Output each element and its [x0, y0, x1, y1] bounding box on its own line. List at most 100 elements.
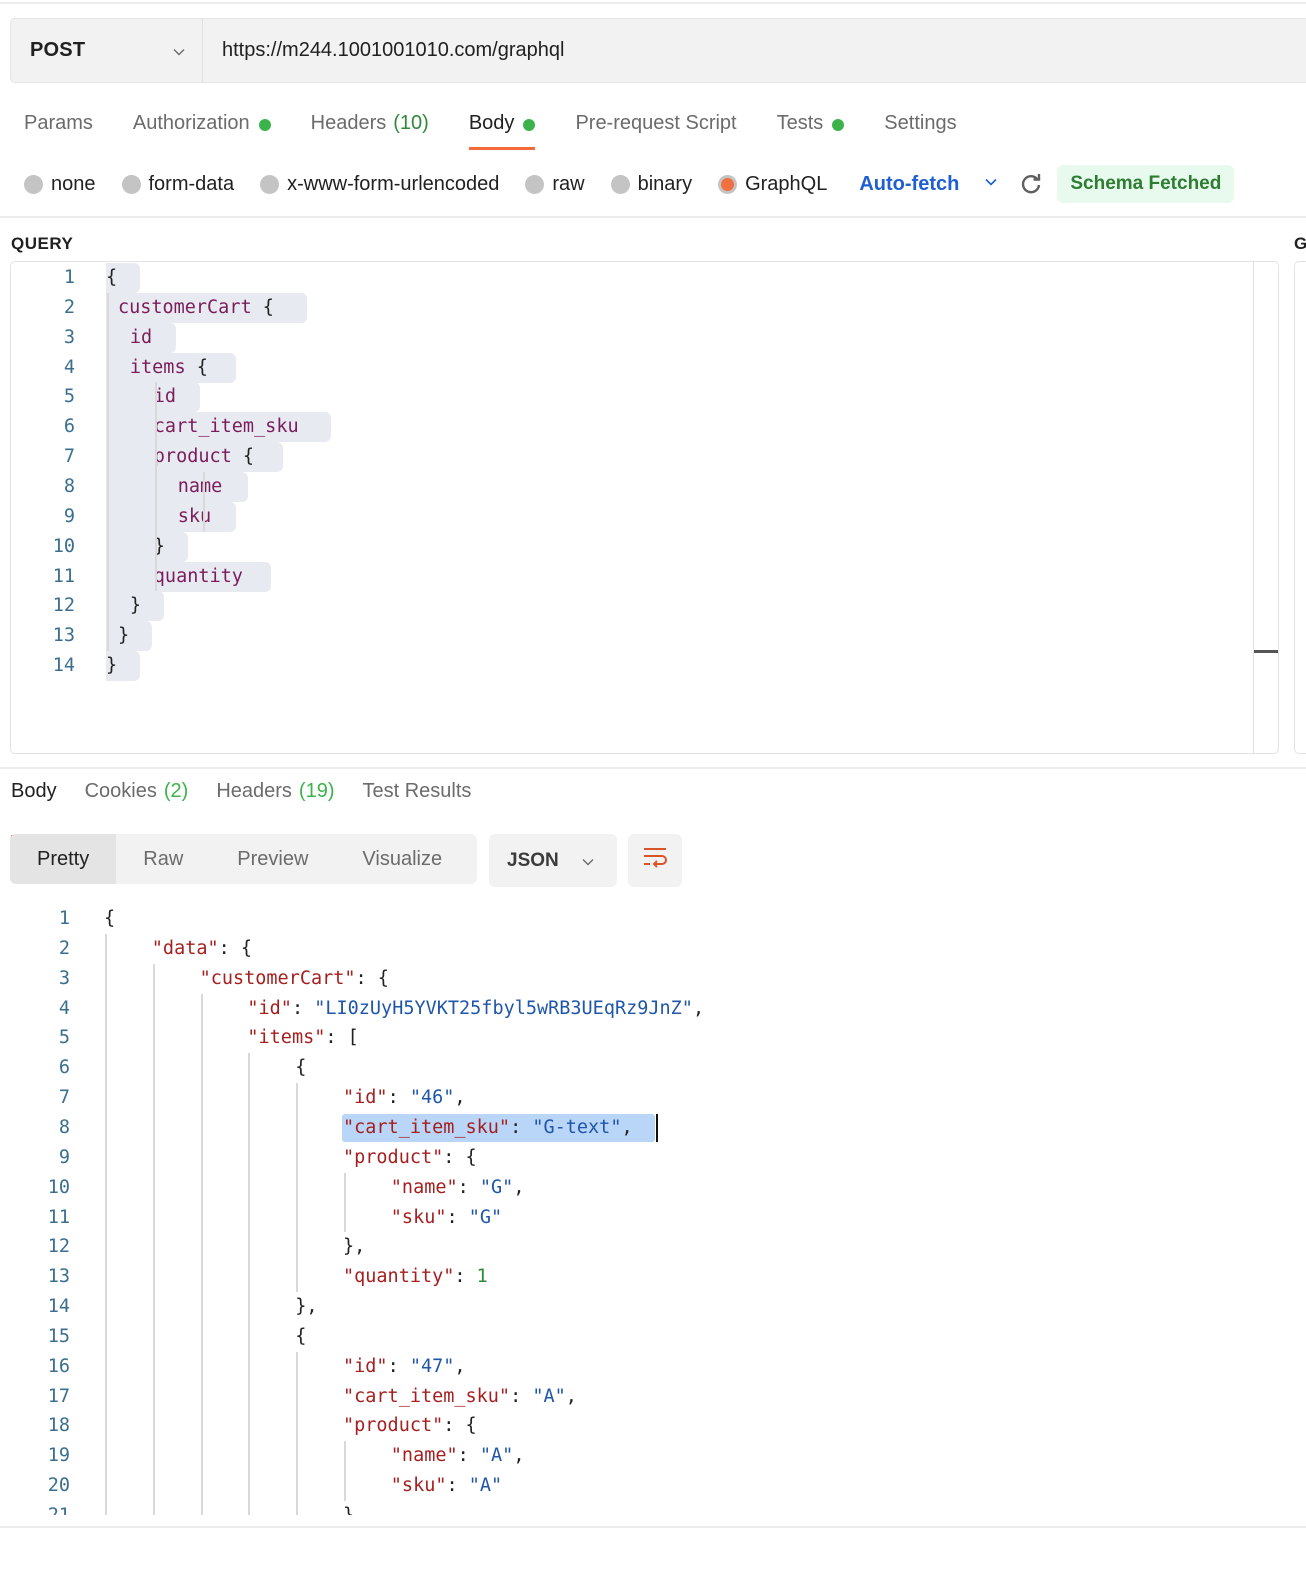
line-number: 10	[47, 1176, 70, 1198]
json-string: "G-text"	[532, 1116, 622, 1138]
indent-guide	[107, 292, 109, 652]
tab-settings[interactable]: Settings	[884, 108, 956, 152]
json-punctuation: ,	[565, 1385, 577, 1407]
query-line: id	[154, 382, 176, 412]
json-punctuation: ,	[454, 1087, 466, 1109]
wrap-lines-button[interactable]	[628, 834, 682, 887]
status-dot-icon	[258, 119, 271, 131]
response-tab-body[interactable]: Body	[11, 776, 57, 838]
scrollbar-thumb[interactable]	[1254, 650, 1278, 653]
line-number: 9	[58, 1146, 70, 1168]
radio-button-icon[interactable]	[121, 174, 141, 194]
json-key: "id"	[343, 1355, 388, 1377]
divider	[0, 216, 1306, 218]
query-brace: {	[185, 356, 208, 378]
query-line: customerCart {	[118, 293, 274, 323]
line-number: 18	[47, 1415, 70, 1437]
radio-label: raw	[552, 172, 585, 195]
json-punctuation: ,	[513, 1176, 525, 1198]
query-line-highlight	[106, 531, 188, 562]
json-key: "cart_item_sku"	[343, 1385, 511, 1407]
response-tab-headers[interactable]: Headers (19)	[216, 776, 334, 820]
query-brace: {	[231, 446, 255, 468]
url-input[interactable]	[203, 19, 1306, 82]
indent-guide	[154, 382, 157, 592]
tab-authorization[interactable]: Authorization	[133, 108, 271, 152]
wrap-lines-icon	[642, 847, 668, 874]
json-line: },	[343, 1232, 365, 1262]
query-editor[interactable]: 1{2 customerCart {3 id 4 items {5 id 6 cart_ite…	[10, 261, 1279, 754]
indent-guide	[202, 471, 205, 532]
json-string: "A"	[479, 1445, 514, 1467]
radio-x-www-form-urlencoded[interactable]: x-www-form-urlencoded	[260, 173, 499, 196]
radio-label: none	[51, 172, 96, 195]
request-tabs: Params Authorization Headers (10) Body Pre-re…	[24, 108, 997, 152]
view-mode-preview[interactable]: Preview	[210, 834, 335, 884]
json-punctuation: : {	[355, 967, 389, 989]
json-key: "product"	[343, 1146, 444, 1168]
radio-graphql[interactable]: GraphQL	[718, 173, 827, 196]
json-line: "id": "47",	[343, 1352, 466, 1382]
tab-label: Body	[11, 780, 57, 802]
tab-count: (10)	[393, 112, 429, 134]
radio-label: x-www-form-urlencoded	[287, 172, 500, 195]
radio-label: form-data	[148, 172, 235, 195]
tab-pre-request-script[interactable]: Pre-request Script	[575, 108, 736, 152]
json-line: "product": {	[343, 1143, 477, 1173]
radio-binary[interactable]: binary	[610, 173, 692, 196]
tab-tests[interactable]: Tests	[777, 108, 845, 152]
divider	[0, 767, 1306, 769]
json-key: "cart_item_sku"	[343, 1116, 511, 1138]
radio-button-icon[interactable]	[718, 174, 738, 194]
query-line: {	[106, 263, 117, 293]
json-punctuation: : {	[443, 1415, 477, 1437]
json-punctuation: ,	[692, 997, 705, 1019]
radio-raw[interactable]: raw	[525, 172, 585, 196]
json-line: }	[343, 1501, 354, 1515]
line-number: 7	[63, 446, 75, 468]
auto-fetch-button[interactable]: Auto-fetch	[859, 173, 959, 196]
json-line: "cart_item_sku": "G-text",	[343, 1113, 633, 1143]
radio-button-icon[interactable]	[24, 174, 43, 194]
method-select[interactable]: POST	[11, 19, 203, 82]
response-tab-cookies[interactable]: Cookies (2)	[85, 776, 189, 820]
line-number: 7	[58, 1087, 70, 1109]
json-key: "product"	[343, 1415, 444, 1437]
tab-body[interactable]: Body	[468, 108, 536, 152]
view-mode-pretty[interactable]: Pretty	[10, 834, 117, 884]
chevron-down-icon[interactable]	[983, 174, 999, 195]
line-number: 11	[52, 565, 75, 587]
json-key: "id"	[247, 997, 292, 1019]
radio-form-data[interactable]: form-data	[121, 172, 235, 196]
json-punctuation: ,	[454, 1355, 466, 1377]
radio-button-icon[interactable]	[610, 174, 630, 194]
query-field: customerCart	[117, 296, 252, 318]
radio-button-icon[interactable]	[260, 174, 280, 194]
response-tabs: Body Cookies (2) Headers (19) Test Results	[11, 776, 499, 838]
format-select[interactable]: JSON	[489, 834, 617, 887]
json-line: "items": [	[247, 1023, 358, 1053]
indent-guide	[200, 993, 203, 1515]
response-tab-test-results[interactable]: Test Results	[363, 776, 472, 820]
radio-none[interactable]: none	[24, 173, 96, 196]
json-line: "sku": "A"	[391, 1471, 502, 1501]
tab-label: Pre-request Script	[575, 112, 737, 134]
scrollbar[interactable]	[1253, 262, 1278, 753]
json-punctuation: ,	[621, 1116, 633, 1138]
json-line: "cart_item_sku": "A",	[343, 1382, 577, 1412]
query-field: items	[129, 356, 186, 378]
variables-editor[interactable]	[1294, 261, 1306, 754]
line-number: 4	[63, 356, 75, 378]
indent-guide	[344, 1172, 346, 1233]
tab-params[interactable]: Params	[24, 108, 93, 152]
refresh-icon[interactable]	[1019, 172, 1043, 196]
query-label: QUERY	[11, 234, 74, 253]
response-body-viewer[interactable]: 1{2 "data": {3 "customerCart": {4 "id": "LI…	[0, 903, 1306, 1515]
query-line: name	[178, 472, 223, 502]
radio-button-icon[interactable]	[525, 174, 545, 194]
tab-headers[interactable]: Headers (10)	[311, 108, 429, 152]
json-string: "A"	[468, 1475, 503, 1497]
view-mode-visualize[interactable]: Visualize	[335, 834, 469, 884]
view-mode-raw[interactable]: Raw	[116, 834, 210, 884]
tab-label: Headers	[216, 780, 292, 802]
